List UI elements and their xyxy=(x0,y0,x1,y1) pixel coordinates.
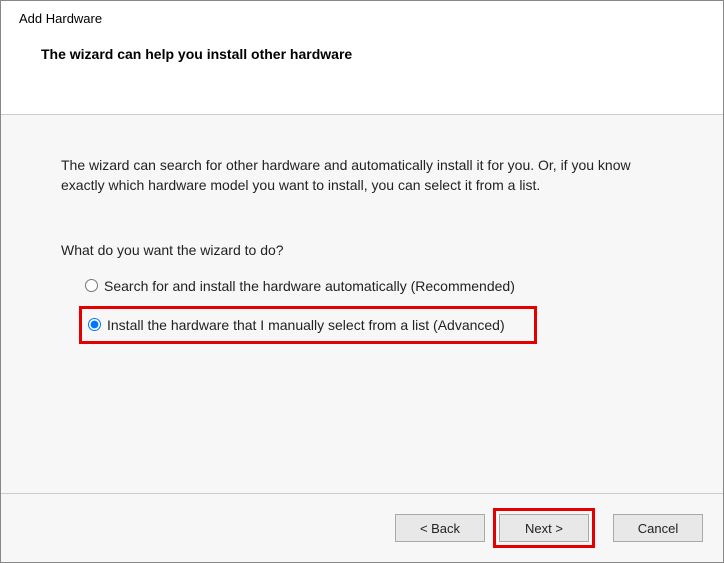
wizard-header: Add Hardware The wizard can help you ins… xyxy=(1,1,723,115)
option-manual-select-radio[interactable] xyxy=(88,318,101,331)
option-manual-select[interactable]: Install the hardware that I manually sel… xyxy=(79,306,537,344)
add-hardware-wizard: Add Hardware The wizard can help you ins… xyxy=(0,0,724,563)
window-title: Add Hardware xyxy=(19,11,705,26)
option-auto-search-label: Search for and install the hardware auto… xyxy=(104,278,515,294)
wizard-footer: < Back Next > Cancel xyxy=(1,494,723,562)
wizard-content: The wizard can search for other hardware… xyxy=(1,115,723,494)
wizard-subtitle: The wizard can help you install other ha… xyxy=(41,46,705,62)
wizard-question: What do you want the wizard to do? xyxy=(61,242,673,258)
cancel-button[interactable]: Cancel xyxy=(613,514,703,542)
next-button[interactable]: Next > xyxy=(499,514,589,542)
option-auto-search-radio[interactable] xyxy=(85,279,98,292)
option-auto-search[interactable]: Search for and install the hardware auto… xyxy=(79,274,673,298)
next-button-highlight: Next > xyxy=(493,508,595,548)
wizard-description: The wizard can search for other hardware… xyxy=(61,155,673,196)
option-manual-select-label: Install the hardware that I manually sel… xyxy=(107,317,505,333)
back-button[interactable]: < Back xyxy=(395,514,485,542)
wizard-options: Search for and install the hardware auto… xyxy=(79,274,673,344)
